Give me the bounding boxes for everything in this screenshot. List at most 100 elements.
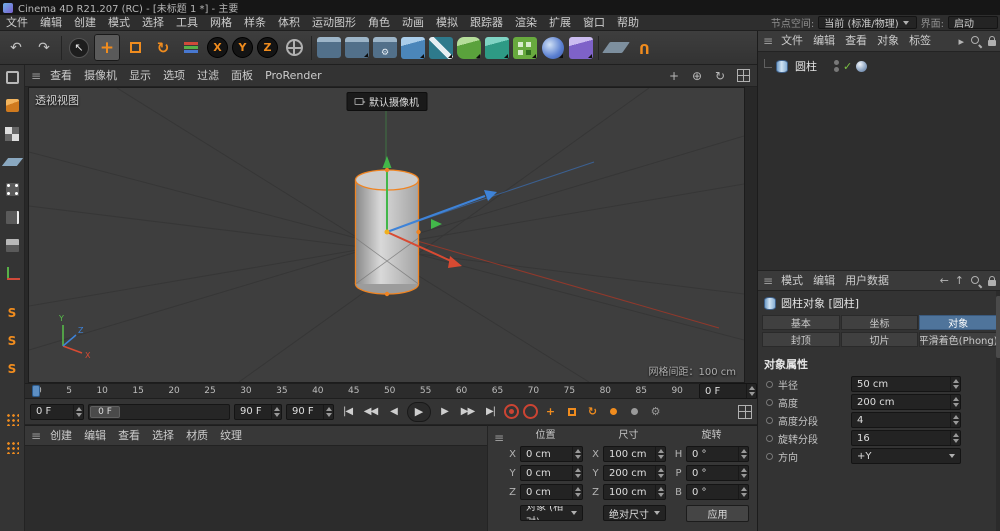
om-menu-tags[interactable]: 标签: [904, 33, 936, 49]
timeline-layout-icon[interactable]: [738, 405, 752, 419]
am-menu-edit[interactable]: 编辑: [808, 273, 840, 289]
solo-object-button[interactable]: S: [2, 330, 23, 351]
mat-menu-material[interactable]: 材质: [180, 428, 214, 444]
menu-mesh[interactable]: 网格: [204, 15, 238, 31]
play-button[interactable]: ▶: [407, 402, 431, 422]
vp-menu-prorender[interactable]: ProRender: [259, 68, 328, 84]
position-z-spinner[interactable]: [572, 485, 582, 499]
texture-mode-button[interactable]: [2, 123, 23, 144]
model-mode-button[interactable]: [2, 95, 23, 116]
rotation-b-field[interactable]: 0 °: [686, 484, 749, 500]
anim-dot-icon[interactable]: [766, 453, 773, 460]
menu-edit[interactable]: 编辑: [34, 15, 68, 31]
am-menu-userdata[interactable]: 用户数据: [840, 273, 894, 289]
field-button[interactable]: [540, 34, 566, 61]
previous-frame-button[interactable]: ◀: [384, 403, 403, 421]
size-mode-dropdown[interactable]: 绝对尺寸: [603, 505, 666, 521]
anim-dot-icon[interactable]: [766, 381, 773, 388]
tab-slice[interactable]: 切片: [841, 332, 919, 347]
rotation-segments-spinner[interactable]: [950, 431, 960, 445]
menu-create[interactable]: 创建: [68, 15, 102, 31]
rotation-h-spinner[interactable]: [738, 447, 748, 461]
render-picture-viewer-button[interactable]: [344, 34, 370, 61]
subdivision-surface-button[interactable]: [456, 34, 482, 61]
undo-icon[interactable]: ↶: [3, 34, 29, 61]
menu-tools[interactable]: 工具: [170, 15, 204, 31]
vp-menu-panel[interactable]: 面板: [225, 68, 259, 84]
pan-view-icon[interactable]: +: [666, 68, 682, 84]
solo-off-button[interactable]: S: [2, 302, 23, 323]
viewport-menu-icon[interactable]: ≡: [31, 69, 41, 83]
y-axis-lock[interactable]: Y: [232, 37, 253, 58]
anim-dot-icon[interactable]: [766, 399, 773, 406]
coordinate-menu-icon[interactable]: ≡: [494, 431, 504, 445]
toggle-view-icon[interactable]: [735, 68, 751, 84]
range-end-field[interactable]: 90 F: [234, 404, 282, 420]
deformer-button[interactable]: [568, 34, 594, 61]
axis-mode-button[interactable]: [2, 263, 23, 284]
anim-dot-icon[interactable]: [766, 417, 773, 424]
menu-help[interactable]: 帮助: [611, 15, 645, 31]
mat-menu-view[interactable]: 查看: [112, 428, 146, 444]
mat-menu-edit[interactable]: 编辑: [78, 428, 112, 444]
tab-caps[interactable]: 封顶: [762, 332, 840, 347]
timeline-end-spinner[interactable]: [746, 384, 756, 398]
redo-icon[interactable]: ↷: [31, 34, 57, 61]
rotation-p-field[interactable]: 0 °: [686, 465, 749, 481]
mat-menu-texture[interactable]: 纹理: [214, 428, 248, 444]
spline-pen-button[interactable]: [428, 34, 454, 61]
material-menu-icon[interactable]: ≡: [31, 429, 41, 443]
edges-mode-button[interactable]: [2, 207, 23, 228]
am-lock-icon[interactable]: [988, 280, 996, 286]
render-visibility-dot[interactable]: [834, 67, 839, 72]
om-search-icon[interactable]: [970, 35, 982, 47]
phong-tag-icon[interactable]: [856, 61, 867, 72]
height-segments-spinner[interactable]: [950, 413, 960, 427]
menu-tracker[interactable]: 跟踪器: [464, 15, 509, 31]
tab-object[interactable]: 对象: [919, 315, 997, 330]
timeline-ruler[interactable]: 0 5 10 15 20 25 30 35 40 45 50 55 60 65 …: [25, 383, 699, 399]
am-search-icon[interactable]: [970, 275, 982, 287]
menu-window[interactable]: 窗口: [577, 15, 611, 31]
key-rotation-toggle[interactable]: ↻: [584, 403, 601, 420]
tab-basic[interactable]: 基本: [762, 315, 840, 330]
last-tool-psr[interactable]: [178, 34, 204, 61]
rotation-segments-field[interactable]: 16: [851, 430, 961, 446]
menu-volume[interactable]: 体积: [272, 15, 306, 31]
vp-menu-cameras[interactable]: 摄像机: [78, 68, 123, 84]
range-end-spinner[interactable]: [271, 405, 281, 419]
key-parameter-toggle[interactable]: [605, 403, 622, 420]
project-end-field[interactable]: 90 F: [286, 404, 334, 420]
current-frame-spinner[interactable]: [73, 405, 83, 419]
om-menu-objects[interactable]: 对象: [872, 33, 904, 49]
workplane-button[interactable]: [603, 34, 629, 61]
height-segments-field[interactable]: 4: [851, 412, 961, 428]
size-x-spinner[interactable]: [655, 447, 665, 461]
attribute-menu-icon[interactable]: ≡: [763, 274, 773, 288]
zoom-view-icon[interactable]: ⊕: [689, 68, 705, 84]
vp-menu-display[interactable]: 显示: [123, 68, 157, 84]
scrollbar-thumb[interactable]: [996, 296, 1000, 358]
object-name[interactable]: 圆柱: [792, 58, 820, 74]
live-selection-tool[interactable]: ↖: [66, 34, 92, 61]
workplane-mode-button[interactable]: [2, 151, 23, 172]
orientation-dropdown[interactable]: +Y: [851, 448, 961, 464]
am-back-icon[interactable]: ←: [940, 274, 949, 287]
previous-key-button[interactable]: ◀◀: [361, 403, 380, 421]
size-y-field[interactable]: 200 cm: [603, 465, 666, 481]
vp-menu-options[interactable]: 选项: [157, 68, 191, 84]
object-manager[interactable]: 圆柱 ✓: [758, 52, 1000, 270]
key-position-toggle[interactable]: +: [542, 403, 559, 420]
apply-button[interactable]: 应用: [686, 505, 749, 522]
radius-spinner[interactable]: [950, 377, 960, 391]
menu-file[interactable]: 文件: [0, 15, 34, 31]
height-spinner[interactable]: [950, 395, 960, 409]
position-y-field[interactable]: 0 cm: [520, 465, 583, 481]
visibility-dots[interactable]: [834, 60, 839, 72]
position-z-field[interactable]: 0 cm: [520, 484, 583, 500]
am-up-icon[interactable]: ↑: [955, 274, 964, 287]
rotation-b-spinner[interactable]: [738, 485, 748, 499]
points-mode-button[interactable]: [2, 179, 23, 200]
om-lock-icon[interactable]: [988, 40, 996, 46]
menu-mode[interactable]: 模式: [102, 15, 136, 31]
